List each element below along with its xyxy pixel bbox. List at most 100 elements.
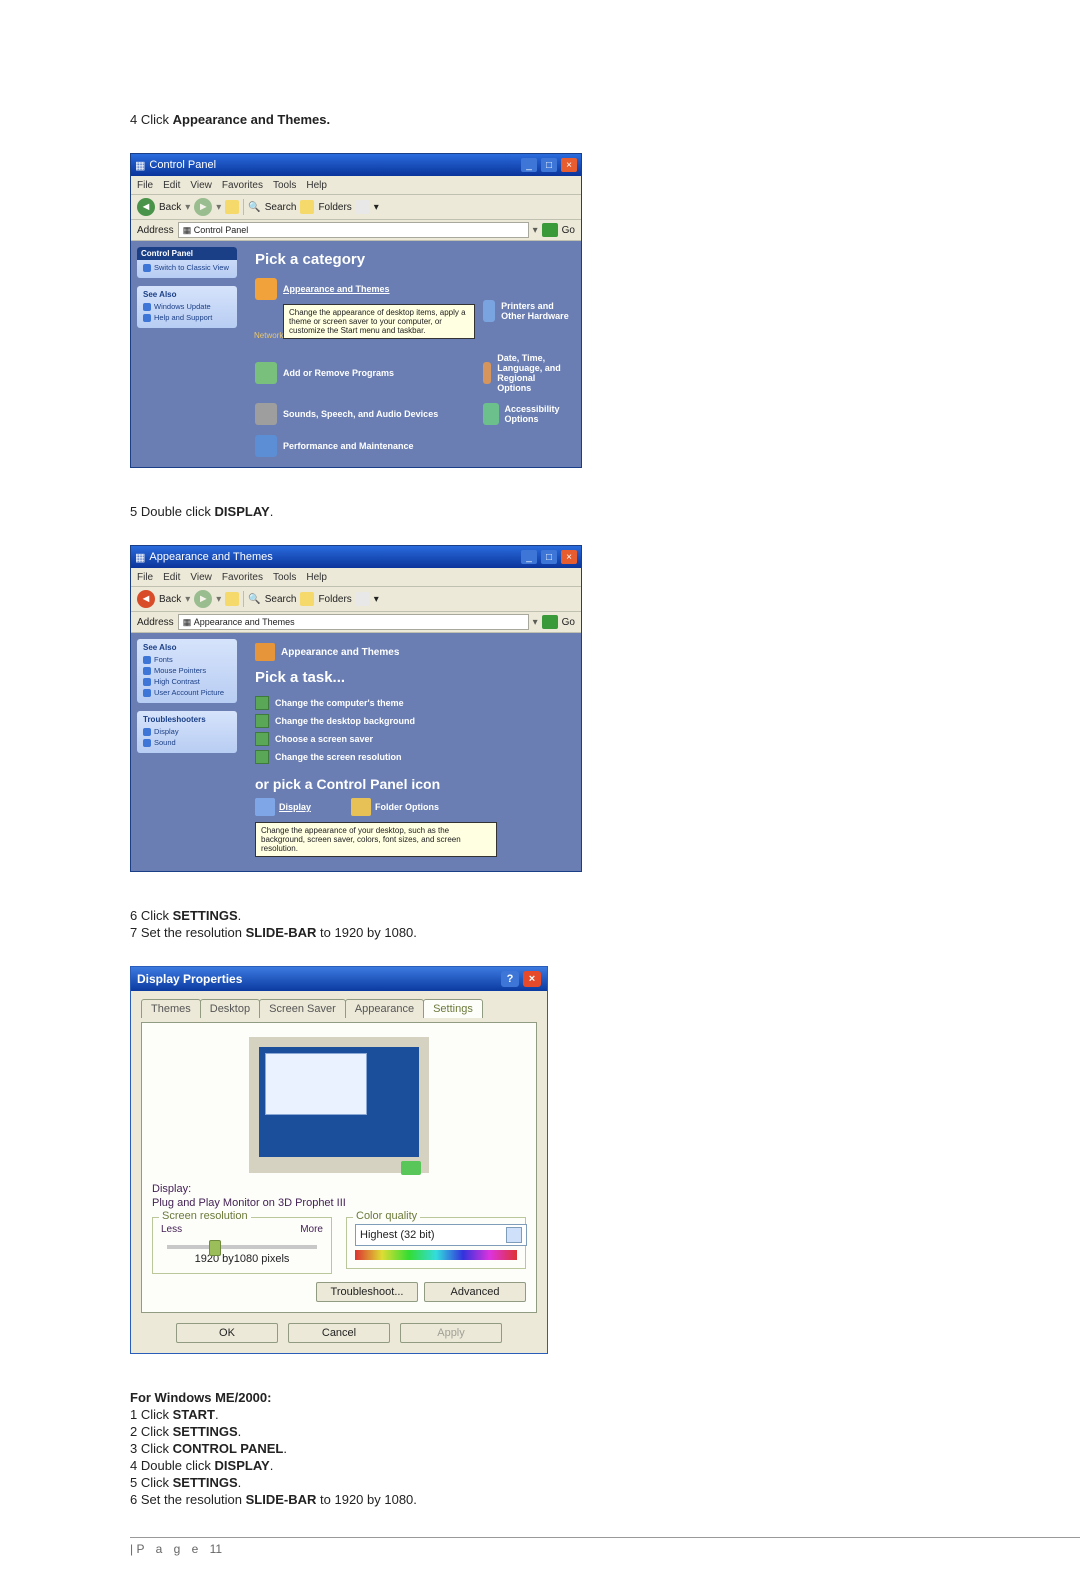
display-value: Plug and Play Monitor on 3D Prophet III — [152, 1197, 526, 1209]
go-icon[interactable] — [542, 223, 558, 237]
tab-desktop[interactable]: Desktop — [200, 999, 260, 1018]
up-icon[interactable] — [225, 592, 239, 606]
views-icon[interactable] — [356, 200, 370, 214]
back-icon[interactable]: ◄ — [137, 198, 155, 216]
arrow-icon — [255, 696, 269, 710]
tab-settings[interactable]: Settings — [423, 999, 483, 1018]
icon-folder-options[interactable]: Folder Options — [351, 798, 439, 816]
ts-sound-link[interactable]: Sound — [143, 738, 231, 747]
menu-edit[interactable]: Edit — [163, 572, 180, 583]
tab-screen-saver[interactable]: Screen Saver — [259, 999, 346, 1018]
task-screen-resolution[interactable]: Change the screen resolution — [255, 750, 569, 764]
help-icon[interactable]: ? — [501, 971, 519, 987]
high-contrast-link[interactable]: High Contrast — [143, 677, 231, 686]
ok-button[interactable]: OK — [176, 1323, 278, 1343]
go-icon[interactable] — [542, 615, 558, 629]
chevron-down-icon[interactable] — [506, 1227, 522, 1243]
search-icon[interactable]: 🔍 — [248, 594, 260, 605]
category-performance[interactable]: Performance and Maintenance — [255, 435, 475, 457]
dialog-title: Display Properties — [137, 972, 242, 986]
address-bar: Address ▦ Control Panel ▾ Go — [131, 220, 581, 241]
task-screen-saver[interactable]: Choose a screen saver — [255, 732, 569, 746]
arrow-icon — [255, 750, 269, 764]
folders-label[interactable]: Folders — [318, 594, 351, 605]
advanced-button[interactable]: Advanced — [424, 1282, 526, 1302]
forward-icon[interactable]: ► — [194, 198, 212, 216]
maximize-icon[interactable]: □ — [541, 158, 557, 172]
text: . — [238, 908, 242, 923]
menu-tools[interactable]: Tools — [273, 572, 296, 583]
side-header: Troubleshooters — [143, 715, 231, 724]
address-input[interactable]: ▦ Control Panel — [178, 222, 529, 238]
close-icon[interactable]: × — [561, 550, 577, 564]
bullet-icon — [143, 689, 151, 697]
menu-edit[interactable]: Edit — [163, 180, 180, 191]
slider-knob[interactable] — [209, 1240, 221, 1256]
icon-display[interactable]: Display — [255, 798, 311, 816]
dialog-titlebar: Display Properties ? × — [131, 967, 547, 991]
menu-file[interactable]: File — [137, 572, 153, 583]
cancel-button[interactable]: Cancel — [288, 1323, 390, 1343]
breadcrumb: Appearance and Themes — [281, 647, 399, 658]
search-label[interactable]: Search — [265, 594, 297, 605]
forward-icon[interactable]: ► — [194, 590, 212, 608]
switch-classic-link[interactable]: Switch to Classic View — [143, 263, 231, 272]
windows-update-link[interactable]: Windows Update — [143, 302, 231, 311]
category-printers[interactable]: Printers and Other Hardware — [483, 278, 569, 343]
task-change-theme[interactable]: Change the computer's theme — [255, 696, 569, 710]
help-support-link[interactable]: Help and Support — [143, 313, 231, 322]
resolution-slider[interactable] — [167, 1245, 317, 1249]
go-label[interactable]: Go — [562, 617, 575, 628]
menu-bar: File Edit View Favorites Tools Help — [131, 568, 581, 587]
display-properties-dialog: Display Properties ? × Themes Desktop Sc… — [130, 966, 548, 1354]
category-date-time[interactable]: Date, Time, Language, and Regional Optio… — [483, 353, 569, 393]
close-icon[interactable]: × — [561, 158, 577, 172]
category-sounds[interactable]: Sounds, Speech, and Audio Devices — [255, 403, 475, 425]
close-icon[interactable]: × — [523, 971, 541, 987]
search-label[interactable]: Search — [265, 202, 297, 213]
back-label[interactable]: Back — [159, 594, 181, 605]
bullet-icon — [143, 667, 151, 675]
bullet-icon — [143, 678, 151, 686]
tab-themes[interactable]: Themes — [141, 999, 201, 1018]
address-input[interactable]: ▦ Appearance and Themes — [178, 614, 529, 630]
folders-icon[interactable] — [300, 200, 314, 214]
menu-help[interactable]: Help — [306, 180, 327, 191]
apply-button[interactable]: Apply — [400, 1323, 502, 1343]
menu-favorites[interactable]: Favorites — [222, 572, 263, 583]
views-icon[interactable] — [356, 592, 370, 606]
minimize-icon[interactable]: _ — [521, 158, 537, 172]
fonts-link[interactable]: Fonts — [143, 655, 231, 664]
instruction-step-5: 5 Double click DISPLAY. — [130, 504, 1080, 519]
side-header: See Also — [143, 643, 231, 652]
category-accessibility[interactable]: Accessibility Options — [483, 403, 569, 425]
back-label[interactable]: Back — [159, 202, 181, 213]
mouse-pointers-link[interactable]: Mouse Pointers — [143, 666, 231, 675]
arrow-icon — [255, 732, 269, 746]
menu-view[interactable]: View — [190, 572, 212, 583]
menu-help[interactable]: Help — [306, 572, 327, 583]
folders-icon[interactable] — [300, 592, 314, 606]
search-icon[interactable]: 🔍 — [248, 202, 260, 213]
color-quality-select[interactable]: Highest (32 bit) — [355, 1224, 527, 1246]
up-icon[interactable] — [225, 200, 239, 214]
category-appearance-themes[interactable]: Appearance and Themes — [255, 278, 475, 300]
menu-tools[interactable]: Tools — [273, 180, 296, 191]
tab-appearance[interactable]: Appearance — [345, 999, 424, 1018]
folders-label[interactable]: Folders — [318, 202, 351, 213]
task-change-background[interactable]: Change the desktop background — [255, 714, 569, 728]
menu-favorites[interactable]: Favorites — [222, 180, 263, 191]
menu-file[interactable]: File — [137, 180, 153, 191]
category-add-remove[interactable]: Add or Remove Programs — [255, 353, 475, 393]
side-box-see-also: See Also Windows Update Help and Support — [137, 286, 237, 328]
minimize-icon[interactable]: _ — [521, 550, 537, 564]
tabs: Themes Desktop Screen Saver Appearance S… — [141, 999, 537, 1018]
maximize-icon[interactable]: □ — [541, 550, 557, 564]
user-account-picture-link[interactable]: User Account Picture — [143, 688, 231, 697]
go-label[interactable]: Go — [562, 225, 575, 236]
main-panel: Pick a category Appearance and Themes Ne… — [243, 241, 581, 467]
troubleshoot-button[interactable]: Troubleshoot... — [316, 1282, 418, 1302]
menu-view[interactable]: View — [190, 180, 212, 191]
back-icon[interactable]: ◄ — [137, 590, 155, 608]
ts-display-link[interactable]: Display — [143, 727, 231, 736]
